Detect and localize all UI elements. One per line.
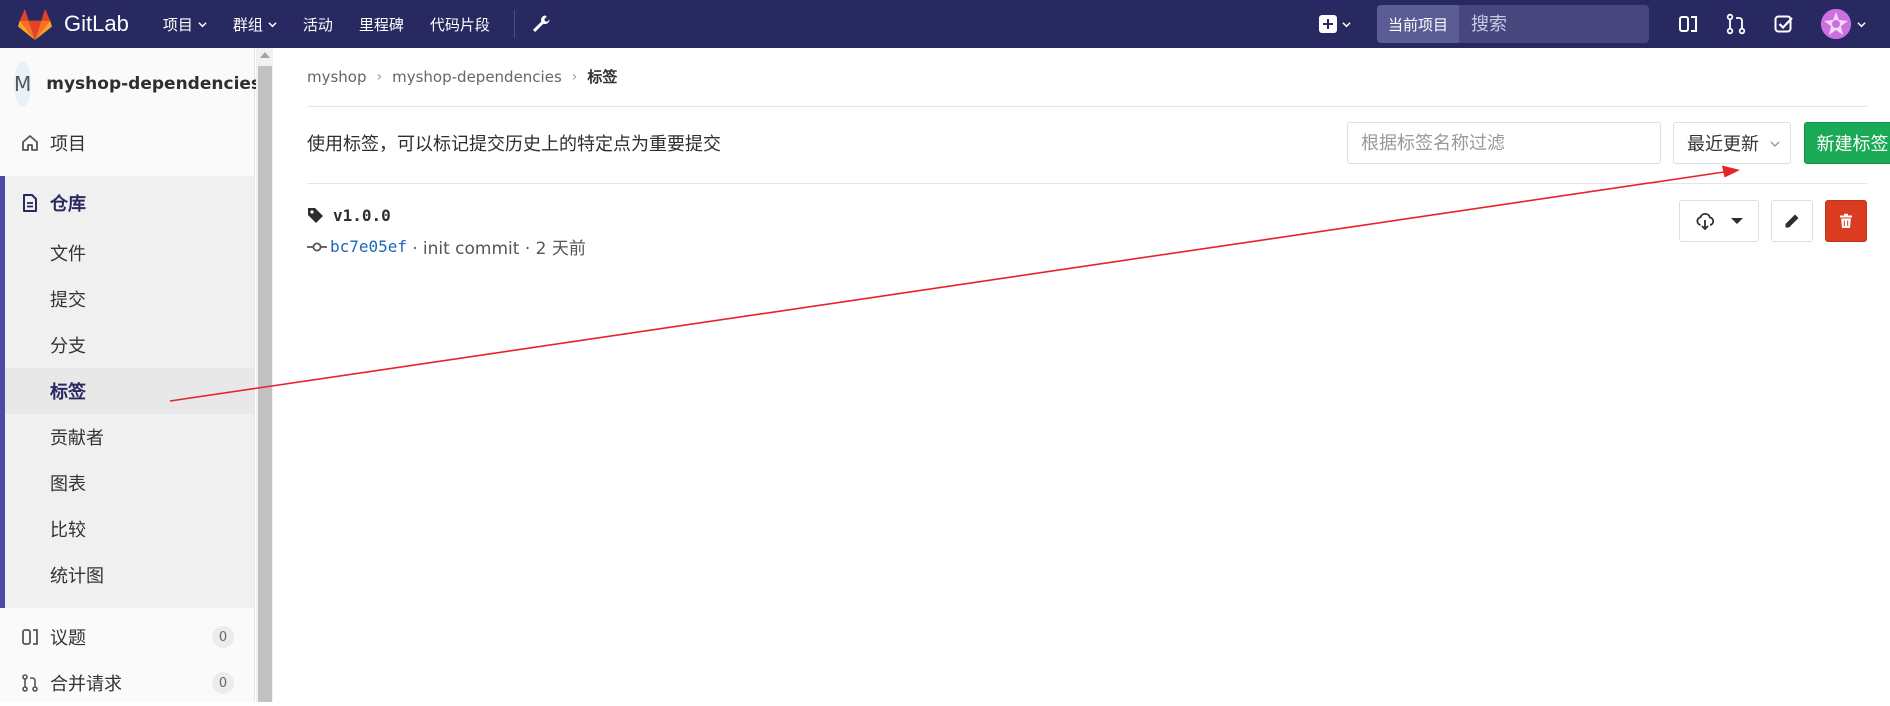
repository-sub-menu: 文件 提交 分支 标签 贡献者 图表 比较 统计图	[5, 230, 254, 608]
edit-release-notes-button[interactable]	[1771, 200, 1813, 242]
tags-description: 使用标签，可以标记提交历史上的特定点为重要提交	[307, 134, 721, 155]
issues-count-badge: 0	[212, 626, 234, 648]
sidebar-item-label: 仓库	[50, 194, 86, 215]
search-scope-chip[interactable]: 当前项目	[1377, 5, 1460, 43]
sidebar-item-project[interactable]: 项目	[0, 120, 254, 166]
breadcrumb-link-group[interactable]: myshop	[307, 68, 367, 86]
chevron-down-icon	[198, 21, 207, 27]
sidebar-item-label: 合并请求	[50, 674, 122, 695]
divider	[307, 106, 1867, 107]
breadcrumb: myshop › myshop-dependencies › 标签	[307, 66, 617, 87]
cloud-download-icon	[1696, 213, 1715, 231]
commit-icon	[307, 242, 327, 251]
breadcrumb-current: 标签	[587, 68, 618, 86]
sidebar-item-commits[interactable]: 提交	[5, 276, 254, 322]
download-dropdown-button[interactable]	[1679, 200, 1759, 242]
tag-filter-input[interactable]	[1347, 122, 1661, 164]
home-icon	[22, 135, 38, 151]
mr-count-badge: 0	[212, 672, 234, 694]
sidebar-project-header[interactable]: M myshop-dependencies	[0, 48, 261, 120]
plus-square-icon	[1319, 15, 1337, 33]
commit-sha-link[interactable]: bc7e05ef	[330, 237, 407, 256]
tag-commit-info: bc7e05ef · init commit · 2 天前	[307, 234, 586, 259]
sidebar-item-label: 项目	[50, 134, 86, 155]
list-item: v1.0.0 bc7e05ef · init commit · 2 天前	[307, 200, 1867, 260]
sidebar-item-charts[interactable]: 统计图	[5, 552, 254, 598]
commit-message: · init commit · 2 天前	[412, 239, 586, 259]
delete-tag-button[interactable]	[1825, 200, 1867, 242]
chevron-right-icon: ›	[376, 68, 383, 85]
tag-actions	[1679, 200, 1867, 242]
document-icon	[23, 194, 37, 212]
project-name: myshop-dependencies	[46, 74, 262, 94]
sidebar-group-repository: 仓库 文件 提交 分支 标签 贡献者 图表 比较 统计图	[0, 176, 254, 608]
new-tag-button[interactable]: 新建标签	[1804, 122, 1890, 164]
issues-icon	[22, 629, 38, 645]
nav-right: 当前项目	[1319, 0, 1890, 48]
search-box: 当前项目	[1377, 5, 1697, 43]
nav-milestones-link[interactable]: 里程碑	[359, 14, 404, 35]
chevron-down-icon	[1342, 21, 1351, 27]
divider	[307, 183, 1867, 184]
sidebar-item-compare[interactable]: 比较	[5, 506, 254, 552]
caret-down-icon	[1731, 218, 1743, 224]
admin-wrench-icon[interactable]	[531, 14, 551, 34]
merge-request-icon[interactable]	[1725, 13, 1747, 35]
nav-links: 项目 群组 活动 里程碑 代码片段	[163, 0, 551, 48]
top-navbar: GitLab 项目 群组 活动 里程碑 代码片段 当前项目	[0, 0, 1890, 48]
nav-groups-dropdown[interactable]: 群组	[233, 14, 277, 35]
breadcrumb-link-project[interactable]: myshop-dependencies	[392, 68, 562, 86]
todo-icon[interactable]	[1773, 13, 1795, 35]
nav-snippets-link[interactable]: 代码片段	[430, 14, 490, 35]
main-content: myshop › myshop-dependencies › 标签 使用标签，可…	[273, 48, 1890, 702]
issues-icon[interactable]	[1677, 13, 1699, 35]
sidebar-scrollbar-thumb[interactable]	[258, 66, 272, 702]
sidebar-item-contributors[interactable]: 贡献者	[5, 414, 254, 460]
avatar	[1821, 9, 1851, 39]
user-menu[interactable]	[1821, 9, 1866, 39]
nav-projects-dropdown[interactable]: 项目	[163, 14, 207, 35]
gitlab-logo[interactable]: GitLab	[18, 0, 129, 48]
sidebar-item-issues[interactable]: 议题 0	[0, 614, 254, 660]
nav-activity-link[interactable]: 活动	[303, 14, 333, 35]
new-dropdown[interactable]	[1319, 15, 1351, 33]
scroll-up-arrow-icon[interactable]	[260, 52, 270, 58]
search-input[interactable]	[1459, 13, 1697, 35]
chevron-down-icon	[1770, 141, 1780, 147]
tags-toolbar: 使用标签，可以标记提交历史上的特定点为重要提交 最近更新 新建标签	[307, 122, 1890, 164]
brand-name: GitLab	[64, 11, 129, 36]
project-avatar: M	[14, 61, 32, 107]
sidebar-item-graph[interactable]: 图表	[5, 460, 254, 506]
gitlab-tanuki-icon	[18, 8, 52, 40]
project-sidebar: M myshop-dependencies 项目 仓库 文件 提交 分支 标签 …	[0, 48, 261, 702]
sidebar-item-repository[interactable]: 仓库	[5, 176, 254, 230]
tag-icon	[308, 207, 323, 223]
chevron-down-icon	[1857, 21, 1866, 27]
nav-projects-label: 项目	[162, 15, 193, 34]
tag-name: v1.0.0	[333, 206, 391, 225]
pencil-icon	[1785, 214, 1799, 228]
tag-name-link[interactable]: v1.0.0	[307, 206, 391, 225]
sidebar-item-branches[interactable]: 分支	[5, 322, 254, 368]
chevron-down-icon	[268, 21, 277, 27]
sort-dropdown-label: 最近更新	[1687, 134, 1759, 155]
chevron-right-icon: ›	[571, 68, 578, 85]
sort-dropdown[interactable]: 最近更新	[1673, 122, 1791, 164]
merge-request-icon	[22, 674, 38, 692]
sidebar-item-files[interactable]: 文件	[5, 230, 254, 276]
sidebar-item-label: 议题	[50, 628, 86, 649]
trash-icon	[1840, 213, 1852, 228]
nav-divider	[513, 10, 515, 38]
nav-groups-label: 群组	[232, 15, 263, 34]
sidebar-item-tags[interactable]: 标签	[5, 368, 254, 414]
sidebar-item-merge-requests[interactable]: 合并请求 0	[0, 660, 254, 706]
